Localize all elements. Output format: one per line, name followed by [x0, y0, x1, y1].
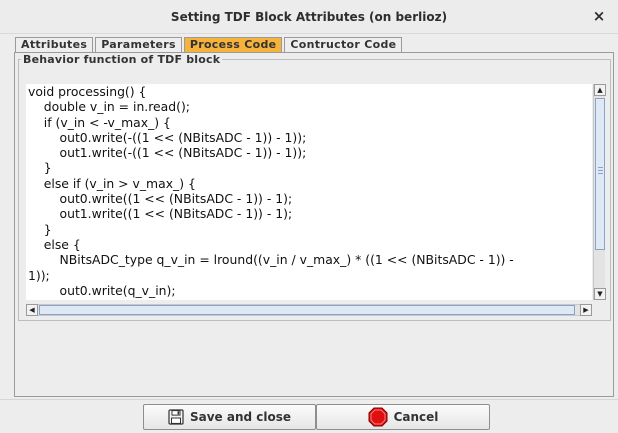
code-editor[interactable]: void processing() { double v_in = in.rea…: [26, 84, 592, 300]
tab-constructor-code[interactable]: Contructor Code: [284, 37, 403, 52]
scroll-left-icon[interactable]: ◀: [26, 304, 38, 316]
behavior-group-title: Behavior function of TDF block: [21, 53, 223, 66]
thumb-grip: [598, 170, 603, 171]
tab-bar: Attributes Parameters Process Code Contr…: [15, 37, 404, 53]
horizontal-scroll-thumb[interactable]: [39, 305, 575, 315]
footer-separator: [0, 399, 618, 400]
thumb-grip: [598, 173, 603, 174]
floppy-disk-icon: [168, 409, 184, 425]
tab-parameters[interactable]: Parameters: [95, 37, 182, 52]
cancel-button[interactable]: Cancel: [316, 404, 490, 430]
tab-process-code[interactable]: Process Code: [183, 37, 283, 52]
window-title: Setting TDF Block Attributes (on berlioz…: [170, 10, 448, 24]
thumb-grip: [598, 167, 603, 168]
scroll-down-icon[interactable]: ▼: [594, 288, 606, 300]
cancel-label: Cancel: [393, 410, 439, 424]
stop-sign-icon: [368, 407, 388, 427]
vertical-scroll-thumb[interactable]: [595, 98, 605, 250]
code-text[interactable]: void processing() { double v_in = in.rea…: [26, 84, 592, 298]
scroll-up-icon[interactable]: ▲: [594, 84, 606, 96]
title-bar: Setting TDF Block Attributes (on berlioz…: [0, 0, 618, 34]
save-and-close-label: Save and close: [189, 410, 292, 424]
tab-attributes[interactable]: Attributes: [15, 37, 94, 52]
horizontal-scrollbar[interactable]: ◀ ▶: [26, 304, 592, 316]
scroll-right-icon[interactable]: ▶: [580, 304, 592, 316]
close-icon[interactable]: ×: [590, 7, 608, 25]
save-and-close-button[interactable]: Save and close: [143, 404, 316, 430]
vertical-scrollbar[interactable]: ▲ ▼: [593, 84, 606, 300]
